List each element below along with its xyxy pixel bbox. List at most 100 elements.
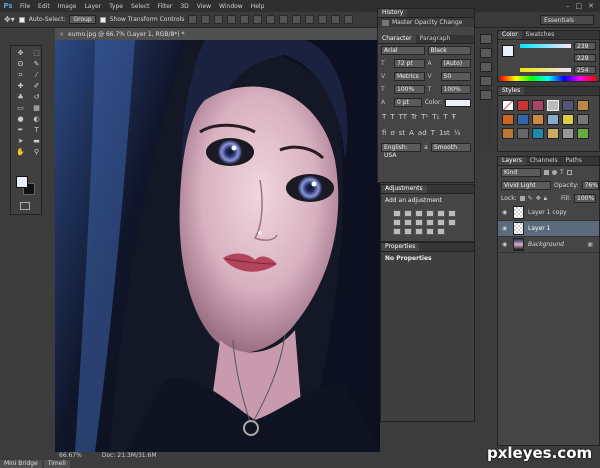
zoom-level[interactable]: 66.67% <box>59 452 82 460</box>
font-size-field[interactable]: 72 pt <box>394 59 425 68</box>
brush-tool-icon[interactable]: ✐ <box>30 82 43 91</box>
style-swatch[interactable] <box>562 114 574 125</box>
swash-button[interactable]: A <box>409 129 414 137</box>
red-slider[interactable] <box>520 44 571 48</box>
tab-paragraph[interactable]: Paragraph <box>416 35 455 43</box>
fractions-button[interactable]: ½ <box>454 129 461 137</box>
align-top-icon[interactable] <box>188 15 198 24</box>
tab-layers[interactable]: Layers <box>498 157 526 165</box>
style-swatch[interactable] <box>547 128 559 139</box>
style-swatch[interactable] <box>562 100 574 111</box>
history-item[interactable]: Master Opacity Change <box>378 18 474 27</box>
lock-paint-icon[interactable]: ✎ <box>528 195 533 202</box>
clone-stamp-icon[interactable]: ♣ <box>14 93 27 102</box>
menu-3d[interactable]: 3D <box>176 3 192 10</box>
exposure-icon[interactable] <box>426 210 434 217</box>
faux-bold-button[interactable]: T <box>382 113 386 121</box>
threshold-icon[interactable] <box>415 228 423 235</box>
style-swatch[interactable] <box>547 100 559 111</box>
blue-slider[interactable] <box>520 68 571 72</box>
subscript-button[interactable]: T₁ <box>432 113 439 121</box>
panel-icon-5[interactable] <box>480 90 492 100</box>
document-tab[interactable]: × eumo.jpg @ 66.7% (Layer 1, RGB/8*) * <box>55 28 380 40</box>
levels-icon[interactable] <box>404 210 412 217</box>
style-swatch[interactable] <box>562 128 574 139</box>
filter-type-icon[interactable]: T <box>560 169 564 176</box>
discretionary-ligatures-button[interactable]: ơ <box>390 129 394 137</box>
menu-type[interactable]: Type <box>105 3 127 10</box>
font-family-field[interactable]: Arial <box>381 46 425 55</box>
small-caps-button[interactable]: Tr <box>411 113 417 121</box>
marquee-tool-icon[interactable]: ⬚ <box>30 49 43 58</box>
ordinals-button[interactable]: 1st <box>439 129 450 137</box>
visibility-eye-icon[interactable]: ◉ <box>502 241 509 248</box>
document-canvas[interactable] <box>55 40 380 452</box>
style-swatch[interactable] <box>502 100 514 111</box>
style-swatch[interactable] <box>517 114 529 125</box>
channel-mixer-icon[interactable] <box>437 219 445 226</box>
menu-window[interactable]: Window <box>215 3 247 10</box>
tracking-field[interactable]: 50 <box>440 72 471 81</box>
strikethrough-button[interactable]: Ŧ <box>452 113 456 121</box>
tab-properties[interactable]: Properties <box>381 243 420 251</box>
kerning-field[interactable]: Metrics <box>394 72 425 81</box>
auto-select-checkbox[interactable] <box>18 16 25 23</box>
posterize-icon[interactable] <box>404 228 412 235</box>
style-swatch[interactable] <box>517 100 529 111</box>
hand-tool-icon[interactable]: ✋ <box>14 148 27 157</box>
style-swatch[interactable] <box>547 114 559 125</box>
distribute-left-icon[interactable] <box>305 15 315 24</box>
foreground-color-swatch[interactable] <box>16 176 28 188</box>
3d-mode-icon[interactable] <box>344 15 354 24</box>
pen-tool-icon[interactable]: ✒ <box>14 126 27 135</box>
filter-shape-icon[interactable] <box>566 170 572 175</box>
black-white-icon[interactable] <box>415 219 423 226</box>
minimize-button[interactable]: – <box>566 2 570 10</box>
faux-italic-button[interactable]: T <box>390 113 394 121</box>
curves-icon[interactable] <box>415 210 423 217</box>
filter-pixel-icon[interactable] <box>544 170 549 175</box>
ligatures-button[interactable]: fi <box>382 129 386 137</box>
menu-select[interactable]: Select <box>127 3 154 10</box>
crop-tool-icon[interactable]: ⌗ <box>14 71 27 80</box>
green-value[interactable]: 229 <box>574 54 596 62</box>
invert-icon[interactable] <box>393 228 401 235</box>
align-left-icon[interactable] <box>227 15 237 24</box>
gradient-map-icon[interactable] <box>426 228 434 235</box>
color-balance-icon[interactable] <box>404 219 412 226</box>
color-spectrum-bar[interactable] <box>500 76 596 81</box>
lock-transparent-icon[interactable] <box>519 196 525 201</box>
menu-layer[interactable]: Layer <box>80 3 105 10</box>
hue-saturation-icon[interactable] <box>393 219 401 226</box>
all-caps-button[interactable]: TT <box>399 113 407 121</box>
align-right-icon[interactable] <box>253 15 263 24</box>
distribute-bottom-icon[interactable] <box>292 15 302 24</box>
distribute-right-icon[interactable] <box>331 15 341 24</box>
close-button[interactable]: ✕ <box>588 2 594 10</box>
brightness-contrast-icon[interactable] <box>393 210 401 217</box>
healing-brush-icon[interactable]: ✚ <box>14 82 27 91</box>
tab-channels[interactable]: Channels <box>526 157 562 165</box>
titling-alternates-button[interactable]: T <box>431 129 435 137</box>
type-tool-icon[interactable]: T <box>30 126 43 135</box>
menu-file[interactable]: File <box>16 3 34 10</box>
green-slider[interactable] <box>520 56 571 60</box>
leading-field[interactable]: (Auto) <box>440 59 471 68</box>
gradient-tool-icon[interactable]: ▦ <box>30 104 43 113</box>
style-swatch[interactable] <box>502 128 514 139</box>
stylistic-alternates-button[interactable]: ad <box>418 129 427 137</box>
style-swatch[interactable] <box>517 128 529 139</box>
panel-icon-2[interactable] <box>480 48 492 58</box>
lock-move-icon[interactable]: ✥ <box>536 195 541 202</box>
tab-adjustments[interactable]: Adjustments <box>381 185 427 193</box>
tab-paths[interactable]: Paths <box>562 157 586 165</box>
visibility-eye-icon[interactable]: ◉ <box>502 225 509 232</box>
style-swatch[interactable] <box>502 114 514 125</box>
style-swatch[interactable] <box>577 100 589 111</box>
style-swatch[interactable] <box>577 128 589 139</box>
layer-filter-kind[interactable]: Kind <box>501 168 541 177</box>
color-lookup-icon[interactable] <box>448 219 456 226</box>
contextual-alternates-button[interactable]: st <box>399 129 405 137</box>
style-swatch[interactable] <box>532 128 544 139</box>
language-field[interactable]: English: USA <box>381 143 422 159</box>
